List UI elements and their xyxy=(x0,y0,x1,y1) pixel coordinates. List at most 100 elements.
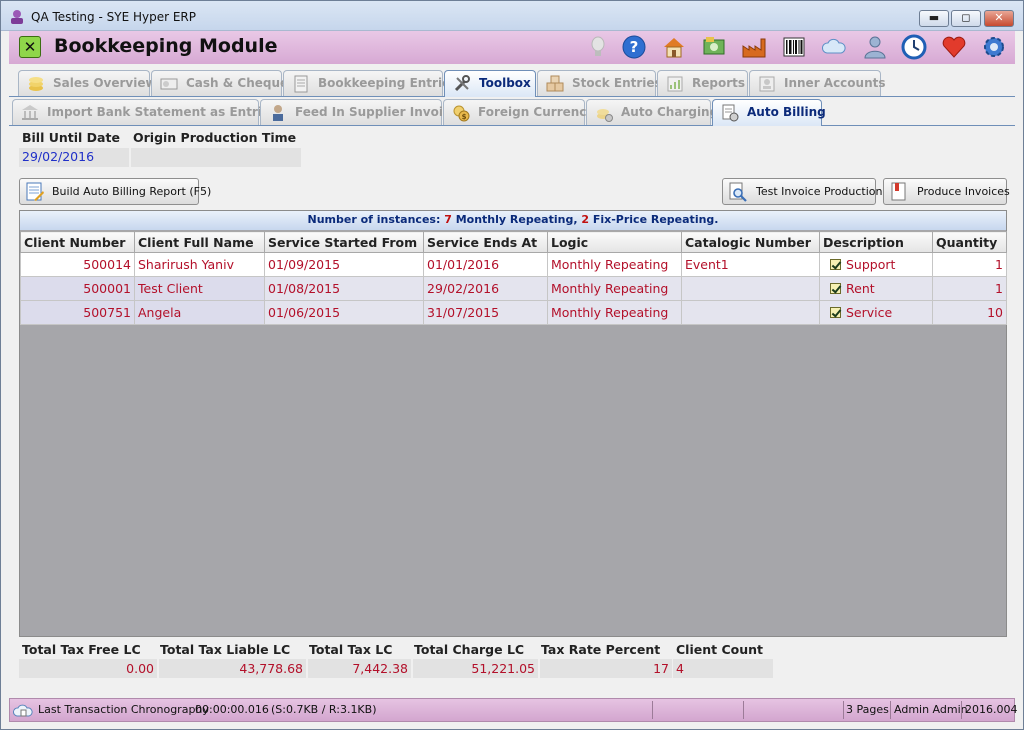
minimize-button[interactable]: ▬ xyxy=(919,10,949,27)
service-ends-cell[interactable]: 31/07/2015 xyxy=(423,300,548,325)
description-cell[interactable]: Service xyxy=(819,300,933,325)
money-icon[interactable] xyxy=(701,34,727,60)
description-checkbox[interactable] xyxy=(830,259,841,270)
tab-label: Sales Overview xyxy=(53,76,157,90)
service-started-cell[interactable]: 01/09/2015 xyxy=(264,252,424,277)
total-tax-label: Total Tax LC xyxy=(309,642,393,657)
supplier-icon xyxy=(273,105,283,121)
total-charge-label: Total Charge LC xyxy=(414,642,525,657)
status-divider xyxy=(961,701,962,719)
instances-prefix: Number of instances: xyxy=(307,213,441,226)
clock-icon[interactable] xyxy=(901,34,927,60)
description-cell[interactable]: Rent xyxy=(819,276,933,301)
logic-cell[interactable]: Monthly Repeating xyxy=(547,276,682,301)
tab-label: Import Bank Statement as Entries xyxy=(47,105,278,119)
catalogic-cell[interactable]: Event1 xyxy=(681,252,820,277)
module-header: ✕ Bookkeeping Module ? xyxy=(9,31,1015,64)
table-row[interactable]: 500751 Angela 01/06/2015 31/07/2015 Mont… xyxy=(20,300,1007,325)
status-bar: Last Transaction Chronography 00:00:00.0… xyxy=(9,698,1018,722)
quantity-cell[interactable]: 1 xyxy=(932,276,1007,301)
service-ends-cell[interactable]: 01/01/2016 xyxy=(423,252,548,277)
accounts-icon xyxy=(759,76,775,92)
barcode-icon[interactable] xyxy=(781,34,807,60)
sub-tab-divider xyxy=(9,125,1015,126)
quantity-cell[interactable]: 1 xyxy=(932,252,1007,277)
transfer-sizes: (S:0.7KB / R:3.1KB) xyxy=(271,703,377,716)
users-icon[interactable] xyxy=(861,34,887,60)
subtab-feed-supplier-invoice[interactable]: Feed In Supplier Invoice xyxy=(260,99,458,125)
bill-until-date-field[interactable]: 29/02/2016 xyxy=(19,148,129,167)
coins-icon xyxy=(29,77,43,91)
tab-toolbox[interactable]: Toolbox xyxy=(444,70,536,97)
tab-inner-accounts[interactable]: Inner Accounts xyxy=(749,70,886,96)
magnifier-icon xyxy=(729,182,747,202)
cloud-sync-icon xyxy=(13,704,33,717)
origin-production-time-field[interactable] xyxy=(131,148,301,167)
factory-icon[interactable] xyxy=(741,34,767,60)
maximize-button[interactable]: ◻ xyxy=(951,10,981,27)
window-title: QA Testing - SYE Hyper ERP xyxy=(31,10,196,24)
button-label: Test Invoice Production xyxy=(756,185,883,198)
test-invoice-production-button[interactable]: Test Invoice Production xyxy=(722,178,883,205)
cloud-icon[interactable] xyxy=(821,34,847,60)
service-started-cell[interactable]: 01/08/2015 xyxy=(264,276,424,301)
catalogic-cell[interactable] xyxy=(681,300,820,325)
gear-icon[interactable] xyxy=(981,34,1007,60)
build-auto-billing-report-button[interactable]: Build Auto Billing Report (F5) xyxy=(19,178,211,205)
table-row[interactable]: 500001 Test Client 01/08/2015 29/02/2016… xyxy=(20,276,1007,301)
heart-icon[interactable] xyxy=(941,34,967,60)
close-module-button[interactable]: ✕ xyxy=(19,36,41,58)
status-divider xyxy=(843,701,844,719)
column-header-service-ends-at[interactable]: Service Ends At xyxy=(423,231,548,253)
close-window-button[interactable]: ✕ xyxy=(984,10,1014,27)
service-started-cell[interactable]: 01/06/2015 xyxy=(264,300,424,325)
tab-bookkeeping-entries[interactable]: Bookkeeping Entries xyxy=(283,70,457,96)
catalogic-cell[interactable] xyxy=(681,276,820,301)
service-ends-cell[interactable]: 29/02/2016 xyxy=(423,276,548,301)
bank-icon xyxy=(22,105,38,120)
produce-invoices-button[interactable]: Produce Invoices xyxy=(883,178,1010,205)
column-header-quantity[interactable]: Quantity xyxy=(932,231,1007,253)
tab-sales-overview[interactable]: Sales Overview xyxy=(18,70,157,96)
help-icon[interactable]: ? xyxy=(621,34,647,60)
description-cell[interactable]: Support xyxy=(819,252,933,277)
tab-reports[interactable]: Reports xyxy=(657,70,748,96)
total-tax-liable-label: Total Tax Liable LC xyxy=(160,642,291,657)
client-name-cell[interactable]: Angela xyxy=(134,300,265,325)
quantity-cell[interactable]: 10 xyxy=(932,300,1007,325)
subtab-auto-charging[interactable]: Auto Charging xyxy=(586,99,718,125)
table-row[interactable]: 500014 Sharirush Yaniv 01/09/2015 01/01/… xyxy=(20,252,1007,277)
column-header-service-started-from[interactable]: Service Started From xyxy=(264,231,424,253)
app-window: QA Testing - SYE Hyper ERP ▬ ◻ ✕ ✕ Bookk… xyxy=(0,0,1024,730)
tax-rate-percent-label: Tax Rate Percent xyxy=(541,642,661,657)
tab-cash-cheque[interactable]: Cash & Cheque xyxy=(151,70,288,96)
description-checkbox[interactable] xyxy=(830,307,841,318)
total-tax-free-value: 0.00 xyxy=(19,659,157,678)
title-bar: QA Testing - SYE Hyper ERP ▬ ◻ ✕ xyxy=(1,1,1023,31)
column-header-catalogic-number[interactable]: Catalogic Number xyxy=(681,231,820,253)
svg-text:$: $ xyxy=(462,113,467,121)
column-header-logic[interactable]: Logic xyxy=(547,231,682,253)
subtab-auto-billing[interactable]: Auto Billing xyxy=(712,99,826,126)
total-tax-free-label: Total Tax Free LC xyxy=(22,642,141,657)
billing-table: Client Number Client Full Name Service S… xyxy=(20,231,1007,325)
home-icon[interactable] xyxy=(661,34,687,60)
column-header-description[interactable]: Description xyxy=(819,231,933,253)
column-header-client-full-name[interactable]: Client Full Name xyxy=(134,231,265,253)
description-checkbox[interactable] xyxy=(830,283,841,294)
client-number-cell[interactable]: 500751 xyxy=(20,300,135,325)
tab-label: Bookkeeping Entries xyxy=(318,76,458,90)
logic-cell[interactable]: Monthly Repeating xyxy=(547,300,682,325)
subtab-foreign-currency[interactable]: $ Foreign Currency xyxy=(443,99,594,125)
logic-cell[interactable]: Monthly Repeating xyxy=(547,252,682,277)
tab-stock-entries[interactable]: Stock Entries xyxy=(537,70,662,96)
monthly-label: Monthly Repeating, xyxy=(455,213,578,226)
client-number-cell[interactable]: 500001 xyxy=(20,276,135,301)
report-build-icon xyxy=(26,182,44,201)
subtab-import-bank-statement[interactable]: Import Bank Statement as Entries xyxy=(12,99,277,125)
client-name-cell[interactable]: Sharirush Yaniv xyxy=(134,252,265,277)
client-name-cell[interactable]: Test Client xyxy=(134,276,265,301)
client-number-cell[interactable]: 500014 xyxy=(20,252,135,277)
column-header-client-number[interactable]: Client Number xyxy=(20,231,135,253)
lightbulb-icon[interactable] xyxy=(585,34,611,60)
